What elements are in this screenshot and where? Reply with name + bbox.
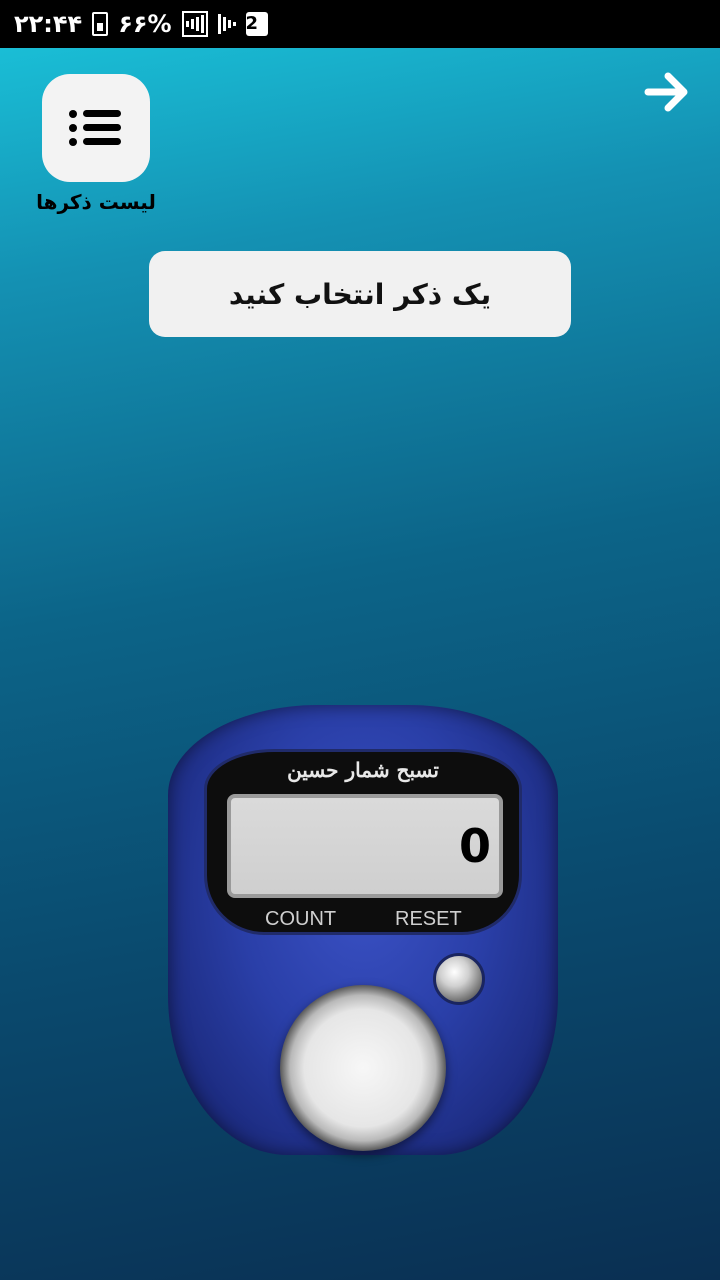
back-button[interactable]: [642, 66, 694, 118]
sim-badge: 2: [245, 12, 268, 36]
list-icon: [69, 108, 123, 148]
select-zekr-prompt[interactable]: یک ذکر انتخاب کنید: [149, 251, 571, 337]
battery-percent: ۶۶%: [118, 10, 172, 38]
roaming-signal-icon: [181, 11, 208, 37]
signal-icon: [217, 12, 236, 36]
lcd-display: 0: [227, 794, 503, 898]
clock: ۲۲:۴۴: [14, 10, 83, 38]
count-label: COUNT: [265, 908, 337, 930]
prompt-text: یک ذکر انتخاب کنید: [228, 277, 492, 311]
arrow-right-icon: [644, 72, 688, 112]
battery-icon: [92, 12, 109, 36]
reset-button[interactable]: [433, 953, 485, 1005]
zekr-list-label: لیست ذکرها: [36, 190, 156, 214]
counter-title: تسبح شمار حسین: [287, 758, 439, 782]
zekr-list-button[interactable]: [42, 74, 150, 182]
tasbih-counter: تسبح شمار حسین 0 COUNT RESET: [168, 705, 558, 1155]
count-button[interactable]: [280, 985, 446, 1151]
display-frame: تسبح شمار حسین 0 COUNT RESET: [204, 749, 522, 935]
reset-label: RESET: [395, 908, 462, 930]
status-bar: ۲۲:۴۴ ۶۶% 2: [0, 0, 720, 48]
count-value: 0: [458, 819, 491, 873]
